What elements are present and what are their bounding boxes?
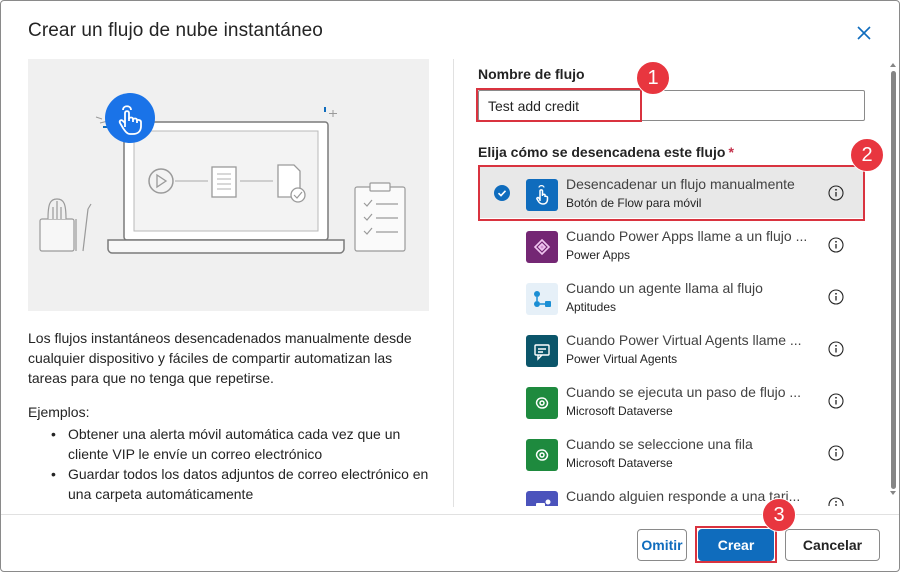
info-icon[interactable]	[828, 445, 844, 461]
trigger-title: Cuando se ejecuta un paso de flujo ...	[566, 384, 802, 400]
create-flow-dialog: Crear un flujo de nube instantáneo Los f…	[0, 0, 900, 572]
close-icon	[857, 26, 871, 40]
create-button[interactable]: Crear	[698, 529, 774, 561]
trigger-option-teams-card[interactable]: Cuando alguien responde a una tarj...	[478, 478, 865, 506]
flow-name-input[interactable]	[478, 90, 865, 121]
trigger-title: Cuando un agente llama al flujo	[566, 280, 763, 296]
laptop-illustration	[39, 93, 406, 254]
step-badge-1: 1	[636, 61, 670, 95]
trigger-subtitle: Microsoft Dataverse	[566, 456, 673, 470]
info-icon[interactable]	[828, 237, 844, 253]
trigger-subtitle: Power Apps	[566, 248, 631, 262]
trigger-list: Desencadenar un flujo manualmente Botón …	[478, 166, 865, 506]
info-icon[interactable]	[828, 289, 844, 305]
trigger-title: Cuando Power Apps llame a un flujo ...	[566, 228, 808, 244]
cancel-button[interactable]: Cancelar	[785, 529, 880, 561]
chat-bot-icon	[526, 335, 558, 367]
required-asterisk: *	[728, 144, 734, 160]
examples-title: Ejemplos:	[28, 404, 90, 420]
trigger-subtitle: Power Virtual Agents	[566, 352, 678, 366]
dialog-title: Crear un flujo de nube instantáneo	[28, 20, 323, 41]
flow-description: Los flujos instantáneos desencadenados m…	[28, 330, 412, 386]
info-icon[interactable]	[828, 185, 844, 201]
trigger-option-pva[interactable]: Cuando Power Virtual Agents llame ... Po…	[478, 322, 865, 374]
info-icon[interactable]	[828, 393, 844, 409]
trigger-subtitle: Aptitudes	[566, 300, 617, 314]
trigger-subtitle: Botón de Flow para móvil	[566, 196, 702, 210]
trigger-label-text: Elija cómo se desencadena este flujo	[478, 144, 726, 160]
power-apps-icon	[526, 231, 558, 263]
trigger-option-agent[interactable]: Cuando un agente llama al flujo Aptitude…	[478, 270, 865, 322]
scroll-up-icon[interactable]	[889, 61, 897, 69]
trigger-subtitle: Microsoft Dataverse	[566, 404, 673, 418]
flow-name-label: Nombre de flujo	[478, 66, 585, 82]
teams-icon	[526, 491, 558, 506]
checklist-icon	[354, 182, 406, 252]
scroll-down-icon[interactable]	[889, 489, 897, 497]
step-badge-2: 2	[850, 138, 884, 172]
step-badge-3: 3	[762, 498, 796, 532]
checkmark-icon	[494, 185, 510, 201]
example-item: Obtener una alerta móvil automática cada…	[51, 424, 441, 464]
skip-button[interactable]: Omitir	[637, 529, 687, 561]
trigger-option-manual[interactable]: Desencadenar un flujo manualmente Botón …	[478, 166, 865, 218]
trigger-option-power-apps[interactable]: Cuando Power Apps llame a un flujo ... P…	[478, 218, 865, 270]
info-icon[interactable]	[828, 497, 844, 506]
trigger-list-scrollbar[interactable]	[889, 59, 897, 499]
trigger-title: Desencadenar un flujo manualmente	[566, 176, 795, 192]
trigger-title: Cuando se seleccione una fila	[566, 436, 753, 452]
hero-illustration	[28, 59, 429, 311]
examples-list: Obtener una alerta móvil automática cada…	[51, 424, 441, 504]
dataverse-icon	[526, 439, 558, 471]
trigger-option-dataverse-step[interactable]: Cuando se ejecuta un paso de flujo ... M…	[478, 374, 865, 426]
dataverse-icon	[526, 387, 558, 419]
scroll-thumb[interactable]	[891, 71, 896, 489]
example-item: Guardar todos los datos adjuntos de corr…	[51, 464, 441, 504]
trigger-label: Elija cómo se desencadena este flujo *	[478, 144, 734, 160]
trigger-option-dataverse-row[interactable]: Cuando se seleccione una fila Microsoft …	[478, 426, 865, 478]
close-button[interactable]	[852, 21, 876, 45]
panel-divider	[453, 59, 454, 507]
info-icon[interactable]	[828, 341, 844, 357]
cactus-pot-icon	[39, 198, 92, 252]
touch-icon	[526, 179, 558, 211]
trigger-title: Cuando Power Virtual Agents llame ...	[566, 332, 802, 348]
agent-flow-icon	[526, 283, 558, 315]
